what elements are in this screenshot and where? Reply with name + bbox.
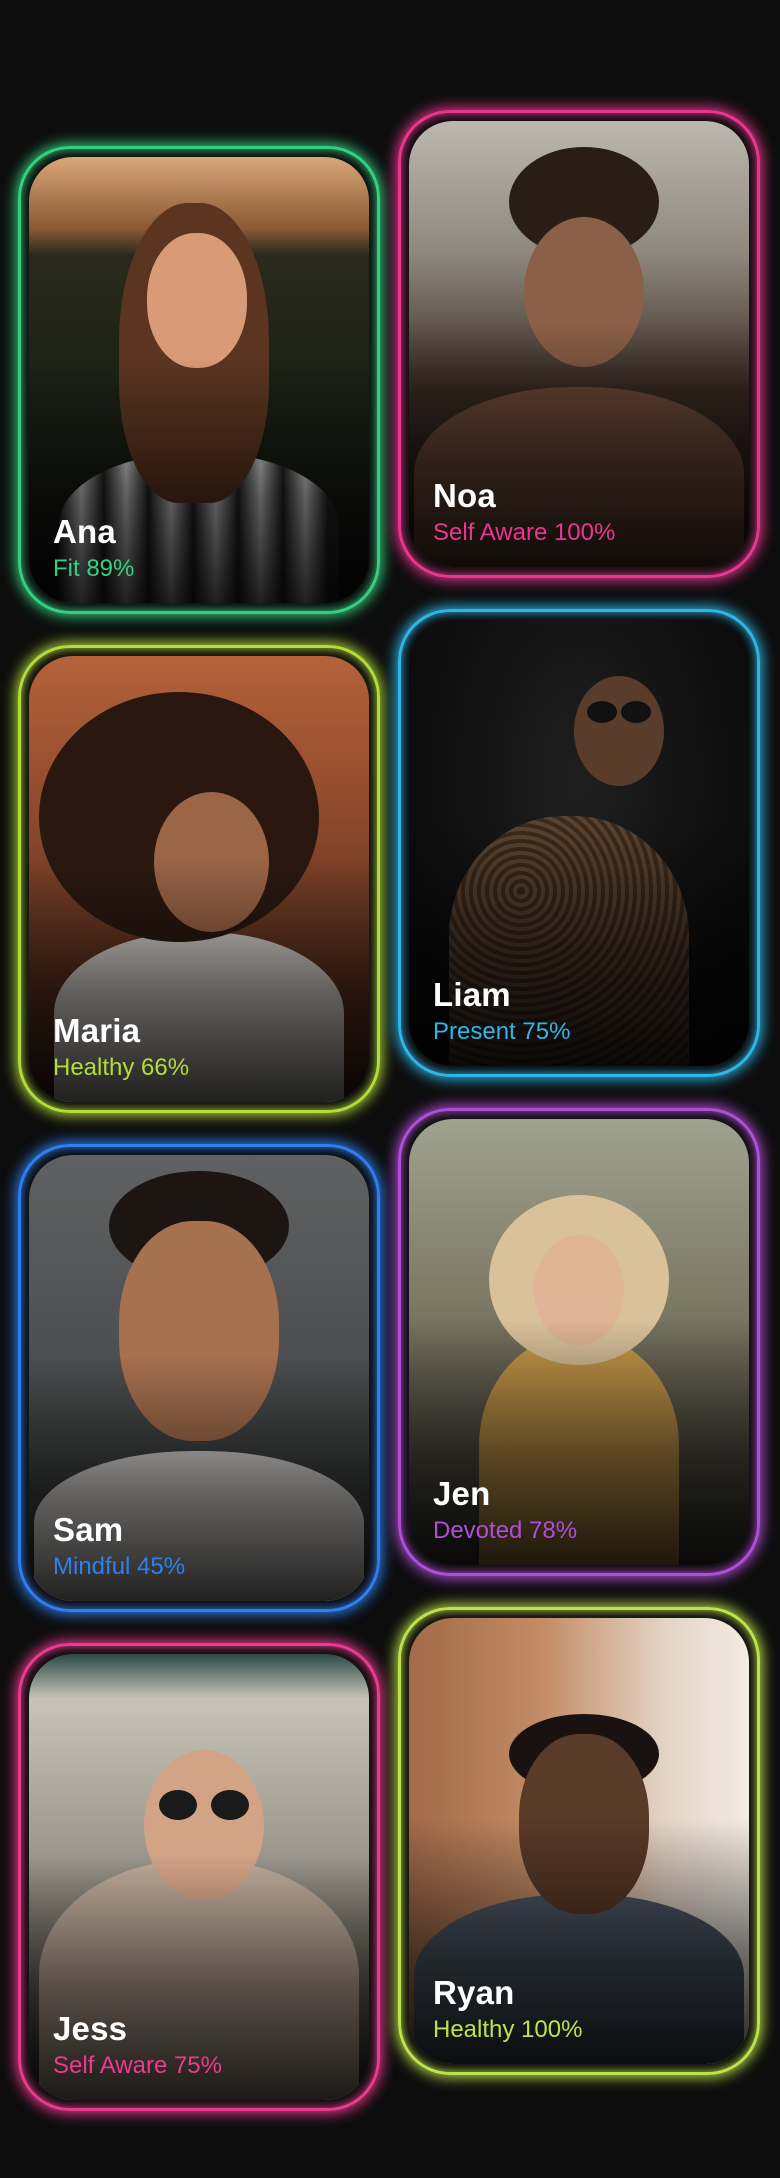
profile-card-ana[interactable]: Ana Fit 89% [18, 146, 380, 614]
profile-name: Noa [433, 477, 496, 514]
profile-name: Liam [433, 976, 511, 1013]
profile-card-ryan[interactable]: Ryan Healthy 100% [398, 1607, 760, 2075]
profile-stat: Mindful 45% [53, 1553, 186, 1580]
profile-name: Maria [53, 1012, 141, 1049]
profile-stat: Healthy 66% [53, 1054, 190, 1081]
profile-name: Sam [53, 1511, 124, 1548]
profile-stat: Healthy 100% [433, 2016, 583, 2043]
profile-photo: Ryan Healthy 100% [409, 1618, 749, 2064]
profile-stat: Fit 89% [53, 555, 135, 582]
profile-grid: Ana Fit 89% Noa Self Aware 100% Maria He… [0, 0, 780, 2178]
profile-name: Ryan [433, 1974, 515, 2011]
profile-photo: Maria Healthy 66% [29, 656, 369, 1102]
profile-card-maria[interactable]: Maria Healthy 66% [18, 645, 380, 1113]
profile-photo: Sam Mindful 45% [29, 1155, 369, 1601]
profile-stat: Devoted 78% [433, 1517, 578, 1544]
profile-photo: Liam Present 75% [409, 620, 749, 1066]
profile-card-liam[interactable]: Liam Present 75% [398, 609, 760, 1077]
profile-name: Jess [53, 2010, 128, 2047]
profile-name: Ana [53, 513, 116, 550]
profile-card-noa[interactable]: Noa Self Aware 100% [398, 110, 760, 578]
profile-stat: Self Aware 100% [433, 519, 616, 546]
profile-card-sam[interactable]: Sam Mindful 45% [18, 1144, 380, 1612]
profile-name: Jen [433, 1475, 491, 1512]
profile-card-jen[interactable]: Jen Devoted 78% [398, 1108, 760, 1576]
profile-stat: Self Aware 75% [53, 2052, 222, 2079]
profile-photo: Noa Self Aware 100% [409, 121, 749, 567]
profile-photo: Ana Fit 89% [29, 157, 369, 603]
profile-card-jess[interactable]: Jess Self Aware 75% [18, 1643, 380, 2111]
profile-photo: Jen Devoted 78% [409, 1119, 749, 1565]
profile-stat: Present 75% [433, 1018, 571, 1045]
profile-photo: Jess Self Aware 75% [29, 1654, 369, 2100]
